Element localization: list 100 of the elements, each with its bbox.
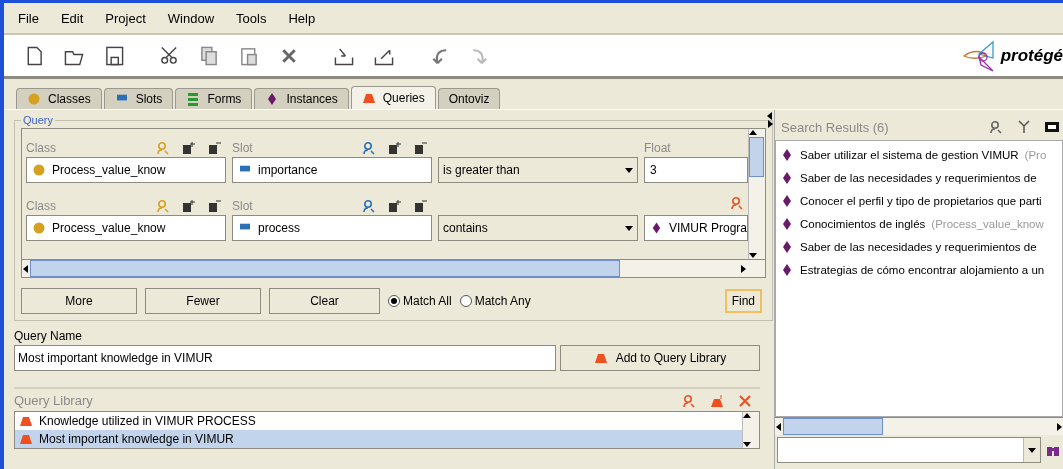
query-hat-icon — [361, 91, 376, 105]
query-hat-icon — [19, 432, 33, 446]
value-field[interactable]: 3 — [644, 157, 748, 183]
add-to-library-button[interactable]: Add to Query Library — [560, 345, 760, 371]
result-item[interactable]: Saber de las necesidades y requerimientos de — [780, 168, 1062, 188]
right-arrow-icon[interactable] — [1055, 422, 1063, 431]
menu-item[interactable]: Tools — [236, 10, 267, 26]
paste-icon[interactable] — [239, 45, 259, 66]
class-circle-icon — [32, 163, 46, 177]
find-button[interactable]: Find — [724, 289, 762, 313]
person-search-icon[interactable] — [989, 120, 1003, 134]
class-circle-icon — [27, 92, 41, 106]
search-field[interactable] — [777, 437, 1041, 463]
menu-item[interactable]: Edit — [60, 10, 84, 26]
add-block-icon[interactable] — [388, 141, 402, 155]
down-arrow-icon[interactable] — [625, 224, 633, 232]
horizontal-scrollbar[interactable] — [22, 259, 765, 277]
tab[interactable]: Ontoviz — [437, 88, 501, 109]
menu-item[interactable]: Project — [105, 10, 146, 26]
query-button[interactable]: Clear — [269, 288, 380, 314]
match-radio[interactable]: Match All — [388, 294, 452, 308]
column-label: Class — [26, 199, 57, 213]
slot-field[interactable]: process — [232, 215, 432, 241]
right-arrow-icon[interactable] — [766, 120, 774, 128]
scissors-icon[interactable] — [159, 45, 179, 66]
column-label: Slot — [232, 199, 254, 213]
tab[interactable]: Slots — [103, 88, 174, 109]
logo-text: protégé — [1000, 45, 1063, 66]
query-button[interactable]: Fewer — [145, 288, 261, 314]
field-label: Query Name — [14, 329, 84, 343]
down-arrow-icon[interactable] — [749, 251, 757, 259]
menu-item[interactable]: File — [18, 10, 39, 26]
panel-title: Query Library — [14, 393, 93, 408]
class-field[interactable]: Process_value_know — [26, 157, 226, 183]
remove-block-icon[interactable] — [414, 199, 428, 213]
vertical-scrollbar[interactable] — [742, 412, 759, 448]
add-block-icon[interactable] — [182, 141, 196, 155]
match-radio[interactable]: Match Any — [459, 294, 531, 308]
person-search-icon[interactable] — [682, 393, 696, 408]
branch-icon[interactable] — [1017, 120, 1031, 134]
add-query-icon[interactable] — [710, 393, 724, 408]
window-icon[interactable] — [1045, 120, 1059, 134]
class-circle-icon — [32, 221, 46, 235]
library-item[interactable]: Most important knowledge in VIMUR — [15, 430, 742, 448]
class-field[interactable]: Process_value_know — [26, 215, 226, 241]
remove-block-icon[interactable] — [208, 141, 222, 155]
operator-dropdown[interactable]: is greater than — [438, 157, 638, 183]
result-item[interactable]: Saber de las necesidades y requerimientos de — [780, 237, 1062, 257]
query-name-field[interactable]: Most important knowledge in VIMUR — [14, 345, 556, 371]
query-button[interactable]: More — [21, 288, 137, 314]
add-block-icon[interactable] — [388, 199, 402, 213]
diamond-icon — [780, 217, 794, 231]
horizontal-scrollbar[interactable] — [775, 417, 1063, 435]
person-search-icon[interactable] — [362, 199, 376, 213]
operator-dropdown[interactable]: contains — [438, 215, 638, 241]
menu-item[interactable]: Window — [167, 10, 215, 26]
copy-icon[interactable] — [199, 45, 219, 66]
remove-block-icon[interactable] — [414, 141, 428, 155]
diamond-icon — [780, 194, 794, 208]
form-lines-icon — [186, 92, 201, 106]
query-hat-icon — [593, 351, 608, 365]
query-hat-icon — [19, 414, 33, 428]
slot-field[interactable]: importance — [232, 157, 432, 183]
down-arrow-icon[interactable] — [1028, 446, 1036, 454]
column-label: Float — [644, 141, 672, 155]
group-title: Query — [22, 114, 54, 126]
tab[interactable]: Instances — [254, 88, 349, 109]
right-arrow-icon[interactable] — [739, 264, 747, 273]
tab[interactable]: Forms — [175, 88, 253, 109]
diamond-icon — [650, 221, 663, 235]
panel-title: Search Results (6) — [781, 119, 889, 135]
result-item[interactable]: Saber utilizar el sistema de gestion VIMUR (Pro — [780, 145, 1062, 165]
left-arrow-icon[interactable] — [22, 264, 30, 273]
tab[interactable]: Classes — [16, 88, 102, 109]
add-block-icon[interactable] — [182, 199, 196, 213]
up-arrow-icon[interactable] — [743, 412, 751, 420]
value-field[interactable]: VIMUR Progra — [644, 215, 748, 241]
diamond-icon — [780, 148, 794, 162]
diamond-icon — [780, 171, 794, 185]
diamond-icon — [780, 240, 794, 254]
diamond-icon — [780, 263, 794, 277]
left-arrow-icon[interactable] — [775, 422, 783, 431]
result-note: (Pro — [1024, 149, 1047, 161]
result-item[interactable]: Conocer el perfil y tipo de propietarios que parti — [780, 191, 1062, 211]
result-item[interactable]: Conocimientos de inglés (Process_value_know — [780, 214, 1062, 234]
result-note: (Process_value_know — [931, 218, 1044, 230]
person-search-icon[interactable] — [362, 141, 376, 155]
menu-item[interactable]: Help — [288, 10, 316, 26]
down-arrow-icon[interactable] — [743, 440, 751, 448]
remove-block-icon[interactable] — [208, 199, 222, 213]
column-label: Slot — [232, 141, 254, 155]
down-arrow-icon[interactable] — [625, 166, 633, 174]
left-arrow-icon[interactable] — [766, 112, 774, 120]
up-arrow-icon[interactable] — [749, 129, 757, 137]
person-search-icon[interactable] — [730, 196, 744, 210]
result-item[interactable]: Estrategias de cómo encontrar alojamiento a un — [780, 260, 1062, 280]
column-label: Class — [26, 141, 57, 155]
dropdown-button[interactable] — [1023, 438, 1040, 462]
vertical-scrollbar[interactable] — [748, 129, 765, 259]
tab[interactable]: Queries — [350, 86, 436, 109]
